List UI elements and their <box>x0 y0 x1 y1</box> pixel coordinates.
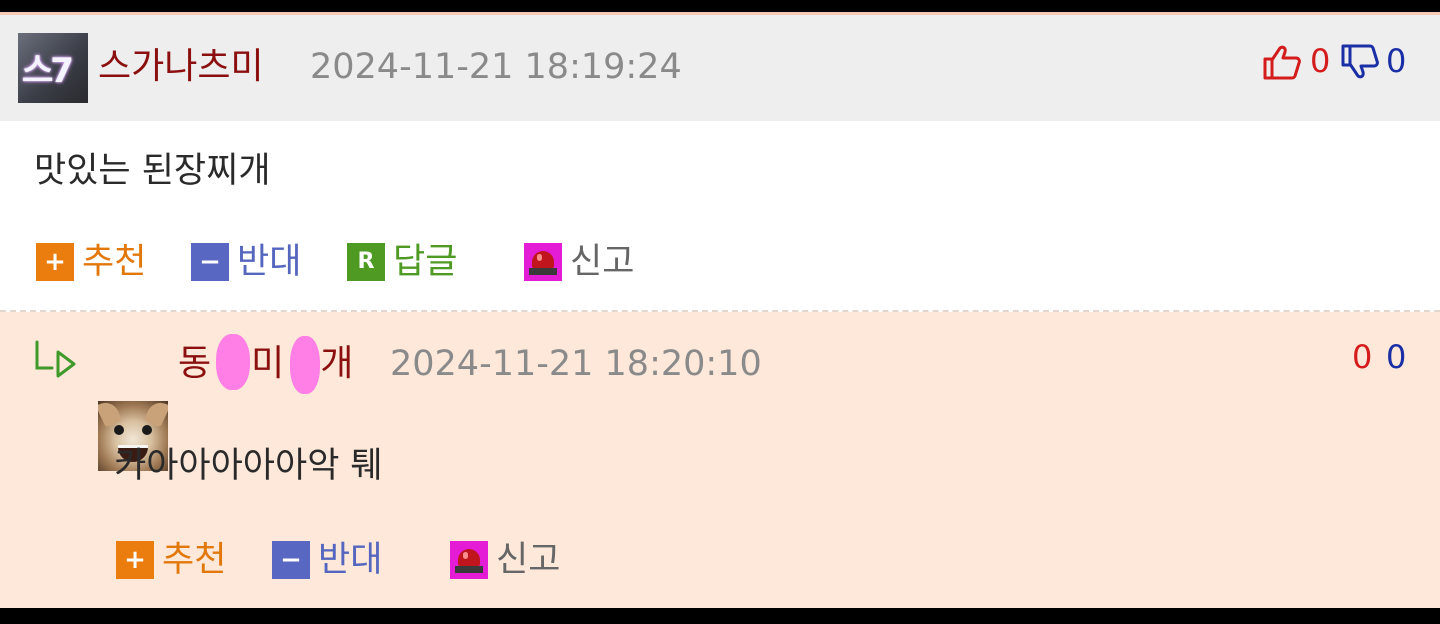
plus-icon: + <box>116 541 154 579</box>
avatar[interactable]: 스7 <box>18 33 88 103</box>
reply-button[interactable]: R 답글 <box>347 240 457 284</box>
recommend-label: 추천 <box>82 242 147 282</box>
siren-icon <box>524 243 562 281</box>
redaction-blot <box>216 334 250 390</box>
thumbs-up-icon[interactable] <box>1262 44 1302 80</box>
nickname-part: 개 <box>320 343 354 384</box>
up-count[interactable]: 0 <box>1352 337 1372 377</box>
reply-label: 답글 <box>393 242 458 282</box>
plus-icon: + <box>36 243 74 281</box>
report-button[interactable]: 신고 <box>524 240 634 284</box>
nickname-part: 미 <box>251 343 285 384</box>
nickname-part: 동 <box>178 343 212 384</box>
oppose-label: 반대 <box>237 242 302 282</box>
comment-datetime: 2024-11-21 18:19:24 <box>310 47 682 87</box>
recommend-button[interactable]: + 추천 <box>36 240 146 284</box>
avatar-text: 스7 <box>22 51 74 91</box>
up-count: 0 <box>1310 42 1331 80</box>
comment-thread: 스7 스가나츠미 2024-11-21 18:19:24 0 0 맛있는 된장찌… <box>0 0 1440 624</box>
minus-icon: − <box>272 541 310 579</box>
comment-nickname[interactable]: 동 미 개 <box>178 342 353 386</box>
recommend-label: 추천 <box>162 540 227 580</box>
comment-nickname[interactable]: 스가나츠미 <box>98 45 264 89</box>
comment-datetime: 2024-11-21 18:20:10 <box>390 344 762 384</box>
redaction-blot <box>290 336 320 394</box>
oppose-label: 반대 <box>318 540 383 580</box>
oppose-button[interactable]: − 반대 <box>191 240 301 284</box>
down-count: 0 <box>1386 42 1407 80</box>
comment-text: 카아아아아아악 퉤 <box>114 446 383 486</box>
reply-arrow-icon <box>34 340 78 380</box>
report-label: 신고 <box>570 242 635 282</box>
recommend-button[interactable]: + 추천 <box>116 538 226 582</box>
siren-icon <box>450 541 488 579</box>
bottom-bar <box>0 608 1440 624</box>
comment-text: 맛있는 된장찌개 <box>34 151 271 191</box>
reply-icon: R <box>347 243 385 281</box>
down-count[interactable]: 0 <box>1386 337 1406 377</box>
oppose-button[interactable]: − 반대 <box>272 538 382 582</box>
report-label: 신고 <box>496 540 561 580</box>
report-button[interactable]: 신고 <box>450 538 560 582</box>
minus-icon: − <box>191 243 229 281</box>
top-bar <box>0 0 1440 10</box>
thumbs-down-icon[interactable] <box>1340 44 1380 80</box>
